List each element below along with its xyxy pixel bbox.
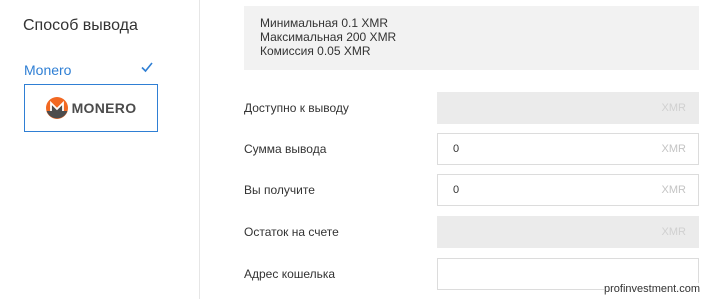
receive-unit: XMR	[661, 184, 686, 196]
balance-unit: XMR	[661, 226, 686, 238]
sidebar-title: Способ вывода	[23, 17, 138, 34]
label-receive: Вы получите	[244, 183, 315, 197]
sidebar: Способ вывода Monero MONERO	[0, 0, 200, 299]
checkmark-icon	[141, 62, 153, 73]
row-balance: Остаток на счете XMR	[244, 216, 699, 248]
info-max: Максимальная 200 XMR	[260, 30, 397, 44]
monero-card[interactable]: MONERO	[24, 84, 158, 132]
available-field: XMR	[437, 92, 699, 124]
amount-unit: XMR	[661, 143, 686, 155]
row-amount: Сумма вывода 0 XMR	[244, 133, 699, 165]
watermark: profinvestment.com	[604, 283, 700, 295]
row-available: Доступно к выводу XMR	[244, 92, 699, 124]
amount-value: 0	[453, 143, 460, 155]
method-name: Monero	[24, 62, 72, 78]
monero-logo-icon	[45, 97, 68, 119]
row-receive: Вы получите 0 XMR	[244, 174, 699, 206]
receive-value: 0	[453, 184, 460, 196]
method-option-monero[interactable]: Monero	[24, 62, 154, 80]
amount-input[interactable]: 0 XMR	[437, 133, 699, 165]
limits-info-box: Минимальная 0.1 XMR Максимальная 200 XMR…	[244, 6, 699, 70]
info-fee: Комиссия 0.05 XMR	[260, 44, 371, 58]
receive-input[interactable]: 0 XMR	[437, 174, 699, 206]
label-amount: Сумма вывода	[244, 142, 327, 156]
label-available: Доступно к выводу	[244, 101, 349, 115]
monero-wordmark: MONERO	[71, 100, 137, 116]
label-balance: Остаток на счете	[244, 225, 339, 239]
label-wallet: Адрес кошелька	[244, 267, 336, 281]
info-min: Минимальная 0.1 XMR	[260, 16, 389, 30]
balance-field: XMR	[437, 216, 699, 248]
available-unit: XMR	[661, 102, 686, 114]
